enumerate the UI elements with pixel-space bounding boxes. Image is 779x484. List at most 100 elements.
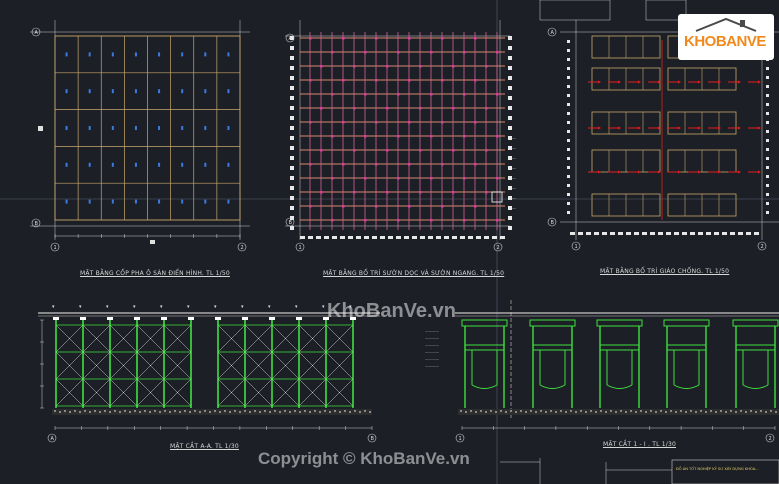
edge-block (290, 196, 294, 200)
level-mark: ▾ (295, 304, 298, 310)
ground-hatch (670, 410, 672, 412)
level-mark: ▾ (187, 304, 190, 310)
grid-bubble-label: B (371, 436, 375, 442)
ground-hatch (294, 410, 296, 412)
ground-hatch (490, 410, 492, 412)
ground-hatch (605, 411, 607, 413)
arrowhead (758, 170, 761, 174)
edge-block (290, 156, 294, 160)
arrowhead (698, 80, 701, 84)
rib-node (441, 79, 444, 82)
ground-hatch (234, 410, 236, 412)
rib-node (342, 121, 345, 124)
ground-hatch (565, 411, 567, 413)
u-head (107, 317, 113, 320)
arrowhead (678, 170, 681, 174)
ground-hatch (515, 411, 517, 413)
ground-hatch (600, 410, 602, 412)
ground-hatch (760, 410, 762, 412)
rib-node (430, 219, 433, 222)
edge-block (500, 236, 505, 239)
edge-block (290, 166, 294, 170)
edge-block (444, 236, 449, 239)
rib-node (320, 149, 323, 152)
frame-arch (606, 384, 633, 389)
prop-mark (88, 52, 91, 57)
ground-hatch (299, 411, 301, 413)
ground-hatch (314, 410, 316, 412)
arrowhead (718, 126, 721, 130)
edge-block (468, 236, 473, 239)
rib-node (353, 149, 356, 152)
rib-node (485, 191, 488, 194)
ground-hatch (89, 411, 91, 413)
rib-node (364, 51, 367, 54)
ground-hatch (675, 411, 677, 413)
frame-head (732, 319, 779, 327)
ground-hatch (204, 410, 206, 412)
edge-block (578, 232, 583, 235)
ground-hatch (64, 410, 66, 412)
ground-hatch (279, 411, 281, 413)
rib-node (485, 149, 488, 152)
prop-mark (88, 162, 91, 167)
prop-mark (111, 52, 114, 57)
edge-block (508, 216, 512, 220)
ground-hatch (715, 411, 717, 413)
rib-node (375, 163, 378, 166)
ground-hatch (590, 410, 592, 412)
prop-mark (181, 52, 184, 57)
edge-block (730, 232, 735, 235)
ground-hatch (304, 410, 306, 412)
frame-arch (742, 384, 769, 389)
ground-hatch (264, 410, 266, 412)
ground-hatch (309, 411, 311, 413)
prop-mark (227, 162, 230, 167)
ground-hatch (249, 411, 251, 413)
ground-hatch (134, 410, 136, 412)
formwork-plan-title: MẶT BẰNG CỐP PHA Ô SÀN ĐIỂN HÌNH. TL 1/5… (80, 270, 230, 277)
ground-hatch (324, 410, 326, 412)
rib-node (419, 191, 422, 194)
prop-mark (227, 126, 230, 130)
grid-bubble-label: B (35, 221, 39, 227)
edge-block (290, 46, 294, 50)
prop-mark (181, 162, 184, 167)
rib-node (375, 205, 378, 208)
rib-node (463, 51, 466, 54)
rib-node (342, 79, 345, 82)
arrowhead (598, 126, 601, 130)
rib-node (353, 65, 356, 68)
ground-hatch (354, 410, 356, 412)
ground-hatch (575, 411, 577, 413)
edge-block (420, 236, 425, 239)
ground-hatch (535, 411, 537, 413)
edge-block (290, 176, 294, 180)
titleblock-frame (671, 459, 779, 484)
ground-hatch (650, 410, 652, 412)
ground-hatch (154, 410, 156, 412)
prop-mark (227, 199, 230, 204)
ground-hatch (620, 410, 622, 412)
ground-hatch (319, 411, 321, 413)
ground-hatch (615, 411, 617, 413)
edge-block (364, 236, 369, 239)
arrowhead (738, 170, 741, 174)
edge-block (508, 116, 512, 120)
prop-mark (158, 126, 161, 130)
ground-hatch (530, 410, 532, 412)
rib-node (441, 121, 444, 124)
edge-block (324, 236, 329, 239)
ground-hatch (344, 410, 346, 412)
prop-mark (204, 162, 207, 167)
ground-hatch (775, 411, 777, 413)
prop-mark (204, 89, 207, 94)
edge-block (380, 236, 385, 239)
ground-hatch (274, 410, 276, 412)
rib-layout-plan: A B 1 2 — — — — — — — — (285, 20, 516, 252)
arrowhead (638, 170, 641, 174)
prop-mark (65, 199, 68, 204)
ground-hatch (485, 411, 487, 413)
ground-hatch (525, 411, 527, 413)
prop-mark (111, 89, 114, 94)
